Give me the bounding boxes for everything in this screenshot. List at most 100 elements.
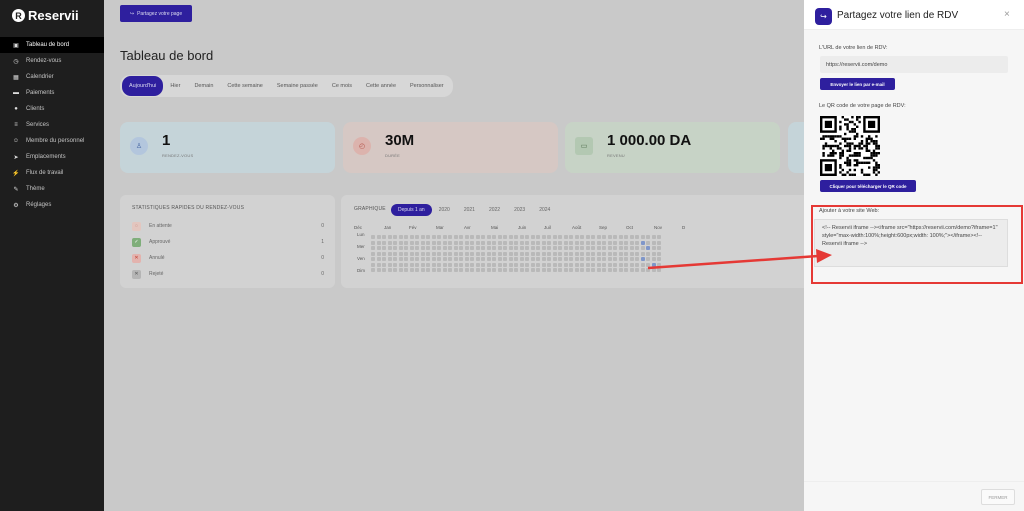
- tab-this-week[interactable]: Cette semaine: [220, 76, 269, 96]
- heatmap-cell: [624, 235, 628, 239]
- tab-last-week[interactable]: Semaine passée: [270, 76, 325, 96]
- heatmap-cell: [415, 240, 419, 245]
- url-field[interactable]: https://reservii.com/demo: [820, 56, 1008, 73]
- heatmap-cell: [569, 235, 573, 239]
- heatmap-cell: [442, 268, 447, 272]
- heatmap-cell: [552, 235, 557, 239]
- tab-today[interactable]: Aujourd'hui: [122, 76, 164, 96]
- heatmap-cell: [459, 268, 463, 272]
- sidebar-nav: ▣ Tableau de bord ◷ Rendez-vous ▦ Calendrie…: [0, 37, 104, 213]
- heatmap-cell: [475, 268, 480, 272]
- heatmap-cell: [624, 240, 628, 245]
- heatmap-cell: [580, 246, 584, 250]
- stat-value: 0: [321, 223, 324, 229]
- heatmap-cell: [481, 257, 485, 261]
- heatmap-cell: [459, 246, 463, 250]
- heatmap-cell: [486, 246, 491, 250]
- heatmap-cell: [470, 257, 474, 261]
- heatmap-cell: [613, 257, 617, 261]
- heatmap-cell: [635, 251, 639, 256]
- heatmap-cell: [585, 268, 590, 272]
- download-qr-button[interactable]: Cliquer pour télécharger le QR code: [820, 180, 916, 192]
- sidebar-item-calendar[interactable]: ▦ Calendrier: [0, 69, 104, 85]
- heatmap-cell: [602, 251, 606, 256]
- close-icon[interactable]: ×: [1004, 9, 1010, 20]
- heatmap-cell: [541, 268, 546, 272]
- heatmap-cell: [382, 240, 386, 245]
- heatmap-cell: [426, 240, 430, 245]
- sidebar-item-locations[interactable]: ➤ Emplacements: [0, 149, 104, 165]
- heatmap-cell: [376, 257, 381, 261]
- sidebar-item-workflows[interactable]: ⚡ Flux de travail: [0, 165, 104, 181]
- heatmap-cell: [398, 262, 403, 267]
- email-link-button[interactable]: Envoyer le lien par e-mail: [820, 78, 895, 90]
- heatmap-cell: [607, 240, 612, 245]
- heatmap-cell: [464, 257, 469, 261]
- heatmap-cell: [393, 268, 397, 272]
- heatmap-cell: [657, 251, 661, 256]
- sidebar-item-theme[interactable]: ✎ Thème: [0, 181, 104, 197]
- close-button[interactable]: FERMER: [981, 489, 1015, 505]
- calendar-icon: ▦: [13, 74, 19, 81]
- heatmap-cell: [514, 246, 518, 250]
- heatmap-cell: [563, 240, 568, 245]
- user-icon: ♙: [130, 137, 148, 155]
- month-label: Nov: [654, 225, 663, 230]
- tab-this-year[interactable]: Cette année: [359, 76, 403, 96]
- heatmap-cell: [448, 262, 452, 267]
- month-label: D: [682, 225, 686, 230]
- heatmap-cell: [453, 246, 458, 250]
- heatmap-cell: [585, 240, 590, 245]
- heatmap-cell: [393, 240, 397, 245]
- tab-yesterday[interactable]: Hier: [163, 76, 187, 96]
- embed-code-textarea[interactable]: <!-- Reservii iframe --><iframe src="htt…: [814, 219, 1008, 267]
- tab-2023[interactable]: 2023: [507, 204, 532, 216]
- gear-icon: ⚙: [13, 202, 19, 209]
- card-label: REVENU: [607, 153, 625, 158]
- heatmap-cell: [552, 246, 557, 250]
- heatmap-cell: [437, 235, 441, 239]
- heatmap-cell: [602, 246, 606, 250]
- tab-2021[interactable]: 2021: [457, 204, 482, 216]
- heatmap-cell: [464, 235, 469, 239]
- heatmap-cell: [492, 257, 496, 261]
- heatmap-cell: [596, 257, 601, 261]
- heatmap-cell: [431, 257, 436, 261]
- heatmap-cell: [629, 240, 634, 245]
- tab-custom[interactable]: Personnaliser: [403, 76, 451, 96]
- heatmap-cell: [426, 268, 430, 272]
- tab-tomorrow[interactable]: Demain: [187, 76, 220, 96]
- sidebar-item-services[interactable]: ≡ Services: [0, 117, 104, 133]
- sidebar-item-appointments[interactable]: ◷ Rendez-vous: [0, 53, 104, 69]
- heatmap-cell: [552, 240, 557, 245]
- tab-2022[interactable]: 2022: [482, 204, 507, 216]
- sidebar-item-dashboard[interactable]: ▣ Tableau de bord: [0, 37, 104, 53]
- heatmap-cell: [629, 235, 634, 239]
- tab-2020[interactable]: 2020: [432, 204, 457, 216]
- tab-2024[interactable]: 2024: [532, 204, 557, 216]
- heatmap-cell: [475, 235, 480, 239]
- heatmap-cell: [607, 268, 612, 272]
- qr-label: Le QR code de votre page de RDV:: [819, 103, 906, 109]
- heatmap-cell: [409, 257, 414, 261]
- heatmap-cell: [618, 246, 623, 250]
- pending-icon: ◌: [132, 221, 141, 231]
- sidebar-item-staff[interactable]: ☺ Membre du personnel: [0, 133, 104, 149]
- page-backdrop: R Reservii ▣ Tableau de bord ◷ Rendez-vous…: [0, 0, 804, 511]
- heatmap-cell: [415, 257, 419, 261]
- heatmap-cell: [580, 235, 584, 239]
- sidebar-item-settings[interactable]: ⚙ Réglages: [0, 197, 104, 213]
- app-logo[interactable]: R Reservii: [12, 8, 79, 23]
- heatmap-cell: [530, 262, 535, 267]
- tab-last-year[interactable]: Depuis 1 an: [391, 204, 432, 216]
- heatmap-cell: [503, 262, 507, 267]
- heatmap-cell: [371, 235, 375, 239]
- sidebar-item-clients[interactable]: ● Clients: [0, 101, 104, 117]
- heatmap-cell: [552, 257, 557, 261]
- share-page-button[interactable]: ↪ Partagez votre page: [120, 5, 192, 22]
- heatmap-cell: [613, 235, 617, 239]
- tab-this-month[interactable]: Ce mois: [325, 76, 359, 96]
- sidebar-item-payments[interactable]: ▬ Paiements: [0, 85, 104, 101]
- heatmap-cell: [398, 240, 403, 245]
- heatmap-cell: [536, 235, 540, 239]
